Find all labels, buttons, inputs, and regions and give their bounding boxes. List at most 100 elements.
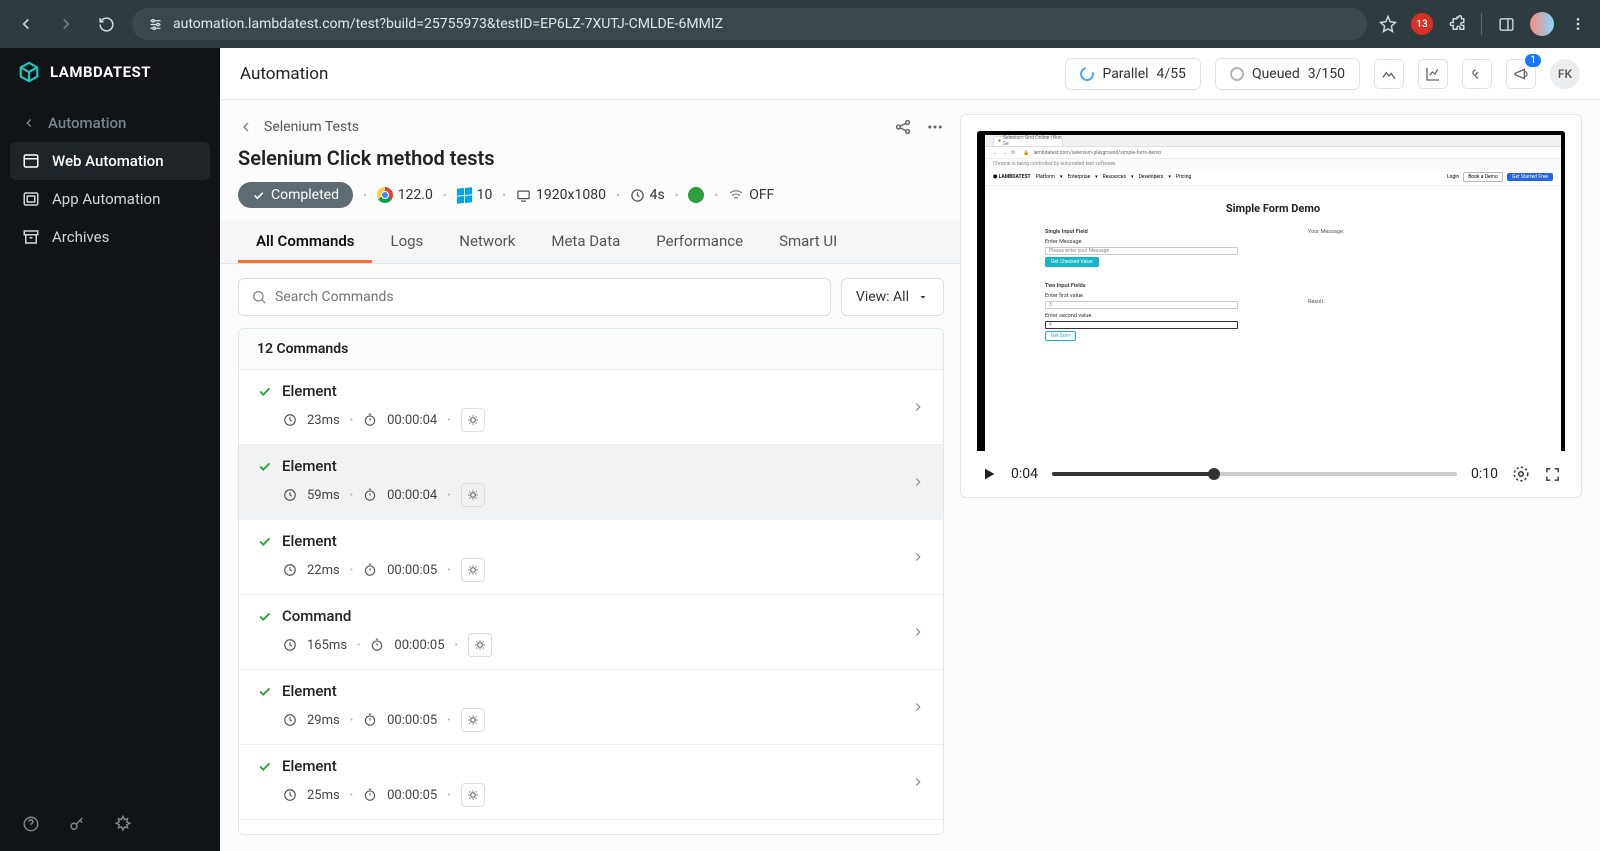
stopwatch-icon bbox=[363, 488, 377, 502]
sidebar-item-web-automation[interactable]: Web Automation bbox=[10, 142, 210, 180]
tab-logs[interactable]: Logs bbox=[372, 220, 441, 263]
nav-back-icon[interactable] bbox=[12, 10, 40, 38]
chevron-right-icon bbox=[911, 475, 925, 489]
stopwatch-icon bbox=[370, 638, 384, 652]
share-icon[interactable] bbox=[894, 118, 912, 136]
command-timestamp: 00:00:04 bbox=[387, 413, 437, 428]
debug-button[interactable] bbox=[461, 408, 485, 432]
help-icon[interactable] bbox=[22, 815, 40, 833]
command-name: Element bbox=[282, 682, 337, 700]
success-icon bbox=[257, 609, 272, 624]
success-icon bbox=[257, 459, 272, 474]
fullscreen-icon[interactable] bbox=[1544, 466, 1561, 483]
command-row[interactable]: Element 59ms • 00:00:04 • bbox=[239, 445, 943, 520]
success-icon bbox=[257, 384, 272, 399]
tune-icon bbox=[148, 17, 163, 32]
command-count: 12 Commands bbox=[239, 329, 943, 370]
windows-icon bbox=[457, 187, 472, 204]
panel-icon[interactable] bbox=[1496, 14, 1516, 34]
brand-logo[interactable]: LAMBDATEST bbox=[0, 48, 220, 96]
archive-icon bbox=[22, 228, 40, 246]
puzzle-icon[interactable] bbox=[1447, 14, 1467, 34]
stopwatch-icon bbox=[363, 788, 377, 802]
stopwatch-icon bbox=[363, 563, 377, 577]
more-icon[interactable] bbox=[926, 118, 944, 136]
debug-button[interactable] bbox=[461, 708, 485, 732]
search-commands[interactable] bbox=[238, 278, 831, 316]
parallel-pill[interactable]: Parallel 4/55 bbox=[1065, 58, 1201, 90]
chevron-right-icon bbox=[911, 625, 925, 639]
command-row[interactable]: Element 25ms • 00:00:05 • bbox=[239, 745, 943, 820]
speed-icon[interactable] bbox=[1512, 465, 1530, 483]
command-name: Element bbox=[282, 457, 337, 475]
command-row[interactable]: Element 29ms • 00:00:05 • bbox=[239, 670, 943, 745]
display-icon bbox=[516, 188, 531, 203]
topbar: Automation Parallel 4/55 Queued 3/150 1 … bbox=[220, 48, 1600, 100]
tab-meta-data[interactable]: Meta Data bbox=[533, 220, 638, 263]
toolbar-icon-3[interactable] bbox=[1462, 59, 1492, 89]
video-controls: 0:04 0:10 bbox=[977, 451, 1565, 489]
queued-pill[interactable]: Queued 3/150 bbox=[1215, 58, 1360, 90]
chevron-right-icon bbox=[911, 550, 925, 564]
command-duration: 25ms bbox=[307, 788, 340, 803]
sidebar-footer bbox=[0, 797, 220, 851]
logo-icon bbox=[18, 61, 40, 83]
debug-button[interactable] bbox=[461, 483, 485, 507]
clock-icon bbox=[283, 563, 297, 577]
chevron-right-icon bbox=[911, 775, 925, 789]
breadcrumb[interactable]: Selenium Tests bbox=[264, 119, 359, 135]
sidebar-item-archives[interactable]: Archives bbox=[10, 218, 210, 256]
breadcrumb-back[interactable] bbox=[238, 119, 254, 135]
clock-icon bbox=[630, 188, 645, 203]
command-row[interactable]: Element 22ms • 00:00:05 • bbox=[239, 520, 943, 595]
megaphone-icon bbox=[1513, 66, 1529, 82]
toolbar-icon-1[interactable] bbox=[1374, 59, 1404, 89]
debug-button[interactable] bbox=[468, 633, 492, 657]
breadcrumb-row: Selenium Tests bbox=[238, 114, 944, 146]
sidebar-back[interactable]: Automation bbox=[10, 104, 210, 142]
tab-performance[interactable]: Performance bbox=[638, 220, 761, 263]
command-list: 12 Commands Element 23ms • 00:00:04 • El… bbox=[238, 328, 944, 835]
video-current-time: 0:04 bbox=[1011, 466, 1038, 482]
command-name: Element bbox=[282, 757, 337, 775]
notif-button[interactable]: 1 bbox=[1506, 59, 1536, 89]
tab-network[interactable]: Network bbox=[441, 220, 533, 263]
search-input[interactable] bbox=[275, 289, 818, 305]
config-icon[interactable] bbox=[114, 815, 132, 833]
command-name: Element bbox=[282, 382, 337, 400]
toolbar-icon-2[interactable] bbox=[1418, 59, 1448, 89]
star-icon[interactable] bbox=[1379, 15, 1397, 33]
os-version: 10 bbox=[457, 187, 493, 203]
success-icon bbox=[257, 759, 272, 774]
profile-avatar[interactable] bbox=[1530, 12, 1554, 36]
video-seek[interactable] bbox=[1052, 472, 1457, 476]
sidebar-item-app-automation[interactable]: App Automation bbox=[10, 180, 210, 218]
user-avatar[interactable]: FK bbox=[1550, 59, 1580, 89]
browser-version: 122.0 bbox=[377, 187, 433, 203]
command-row[interactable]: Element 23ms • 00:00:04 • bbox=[239, 370, 943, 445]
chevron-right-icon bbox=[911, 400, 925, 414]
extension-badge[interactable]: 13 bbox=[1411, 13, 1433, 35]
caret-down-icon bbox=[917, 291, 929, 303]
address-bar[interactable]: automation.lambdatest.com/test?build=257… bbox=[132, 8, 1367, 40]
tab-all-commands[interactable]: All Commands bbox=[238, 220, 372, 263]
chevron-left-icon bbox=[22, 116, 36, 130]
clock-icon bbox=[283, 713, 297, 727]
command-duration: 59ms bbox=[307, 488, 340, 503]
view-select[interactable]: View: All bbox=[841, 278, 944, 316]
command-row[interactable]: Command 165ms • 00:00:05 • bbox=[239, 595, 943, 670]
browser-icon bbox=[22, 152, 40, 170]
key-icon[interactable] bbox=[68, 815, 86, 833]
tab-smart-ui[interactable]: Smart UI bbox=[761, 220, 855, 263]
brand-text: LAMBDATEST bbox=[50, 63, 151, 81]
command-timestamp: 00:00:05 bbox=[387, 788, 437, 803]
test-title: Selenium Click method tests bbox=[238, 146, 944, 170]
debug-button[interactable] bbox=[461, 558, 485, 582]
clock-icon bbox=[283, 788, 297, 802]
play-button[interactable] bbox=[981, 466, 997, 482]
nav-forward-icon[interactable] bbox=[52, 10, 80, 38]
search-icon bbox=[251, 289, 267, 305]
debug-button[interactable] bbox=[461, 783, 485, 807]
reload-icon[interactable] bbox=[92, 10, 120, 38]
kebab-icon[interactable] bbox=[1568, 14, 1588, 34]
